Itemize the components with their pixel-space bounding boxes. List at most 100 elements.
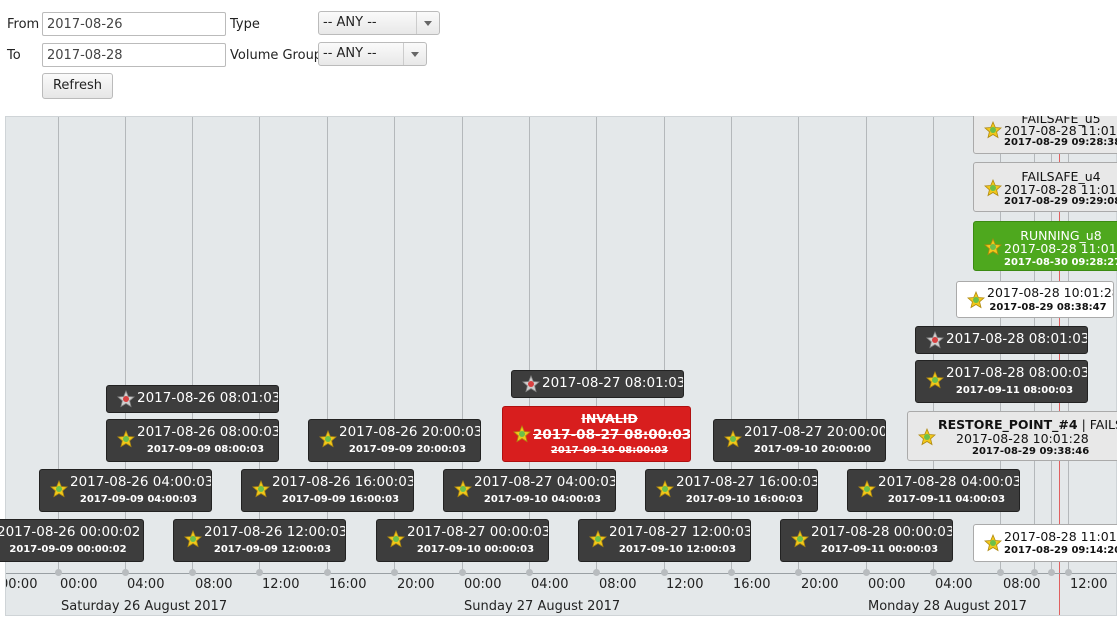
- snapshot-event[interactable]: 2017-08-26 00:00:02 2017-09-09 00:00:02: [0, 519, 144, 562]
- axis-tick: [593, 569, 600, 576]
- event-expiry: 2017-09-10 12:00:03: [618, 544, 737, 555]
- day-label: Saturday 26 August 2017: [61, 599, 228, 614]
- snapshot-event[interactable]: 2017-08-28 00:00:03 2017-09-11 00:00:03: [780, 519, 953, 562]
- hour-label: 00:00: [6, 577, 38, 592]
- star-icon: [984, 533, 1002, 552]
- hour-label: 20:00: [397, 577, 435, 592]
- day-label: Sunday 27 August 2017: [464, 599, 621, 614]
- event-time: 2017-08-26 04:00:03: [70, 474, 212, 490]
- axis-tick: [1065, 569, 1072, 576]
- to-label: To: [7, 48, 21, 63]
- event-expiry: 2017-09-09 16:00:03: [281, 494, 400, 505]
- hour-label: 12:00: [262, 577, 300, 592]
- star-icon: [319, 429, 337, 448]
- snapshot-event[interactable]: 2017-08-28 04:00:03 2017-09-11 04:00:03: [847, 469, 1020, 512]
- axis-tick: [324, 569, 331, 576]
- type-select-value: -- ANY --: [323, 15, 377, 30]
- event-expiry: 2017-09-09 04:00:03: [79, 494, 198, 505]
- snapshot-event[interactable]: 2017-08-26 04:00:03 2017-09-09 04:00:03: [39, 469, 212, 512]
- event-time: 2017-08-26 08:01:03: [137, 390, 279, 406]
- event-status: INVALID: [581, 411, 638, 426]
- snapshot-event[interactable]: 2017-08-27 08:01:03: [511, 370, 684, 398]
- event-time: 2017-08-28 10:01:28: [956, 431, 1089, 446]
- snapshot-event[interactable]: 2017-08-26 08:01:03: [106, 385, 279, 413]
- from-label: From: [7, 17, 40, 32]
- page-top-mask: [960, 96, 1117, 116]
- hour-label: 12:00: [1070, 577, 1108, 592]
- axis-tick: [930, 569, 937, 576]
- star-icon: [184, 529, 202, 548]
- snapshot-event[interactable]: 2017-08-27 04:00:03 2017-09-10 04:00:03: [443, 469, 616, 512]
- event-expiry: 2017-08-29 09:38:46: [972, 446, 1090, 457]
- axis-tick: [728, 569, 735, 576]
- from-date-input[interactable]: [42, 12, 226, 36]
- star-icon: [967, 290, 985, 309]
- snapshot-event[interactable]: 2017-08-27 20:00:00 2017-09-10 20:00:00: [713, 419, 886, 462]
- type-select[interactable]: -- ANY --: [318, 11, 440, 35]
- event-time: 2017-08-27 08:01:03: [542, 375, 684, 391]
- snapshot-event[interactable]: 2017-08-27 16:00:03 2017-09-10 16:00:03: [645, 469, 818, 512]
- invalid-snapshot-event[interactable]: INVALID 2017-08-27 08:00:03 2017-09-10 0…: [502, 406, 691, 462]
- event-expiry: 2017-09-11 08:00:03: [955, 385, 1074, 396]
- star-icon: [918, 427, 936, 446]
- star-icon: [522, 374, 540, 393]
- axis-tick: [526, 569, 533, 576]
- event-expiry: 2017-09-10 16:00:03: [685, 494, 804, 505]
- star-icon: [984, 237, 1002, 256]
- axis-tick: [256, 569, 263, 576]
- snapshot-event[interactable]: 2017-08-28 08:01:03: [915, 326, 1088, 354]
- star-icon: [984, 178, 1002, 197]
- restore-point-event[interactable]: RESTORE_POINT_#4 | FAILS 2017-08-28 10:0…: [907, 411, 1117, 461]
- chevron-down-icon[interactable]: [403, 43, 426, 65]
- volume-group-select[interactable]: -- ANY --: [318, 42, 427, 66]
- event-time: 2017-08-26 00:00:02: [0, 524, 141, 540]
- star-icon: [513, 424, 531, 443]
- axis-tick: [459, 569, 466, 576]
- snapshot-event[interactable]: 2017-08-28 11:01:2 2017-08-29 09:14:20: [973, 524, 1117, 562]
- hour-label: 16:00: [329, 577, 367, 592]
- hour-label: 04:00: [127, 577, 165, 592]
- volume-group-label: Volume Group: [230, 48, 323, 63]
- event-expiry: 2017-09-09 00:00:02: [9, 544, 127, 555]
- time-axis: [6, 573, 1116, 574]
- axis-tick: [189, 569, 196, 576]
- event-time: 2017-08-28 08:01:03: [946, 331, 1088, 347]
- event-expiry: 2017-08-29 09:28:38: [1004, 137, 1117, 148]
- snapshot-event[interactable]: 2017-08-26 20:00:03 2017-09-09 20:00:03: [308, 419, 481, 462]
- snapshot-event[interactable]: 2017-08-27 12:00:03 2017-09-10 12:00:03: [578, 519, 751, 562]
- snapshot-event[interactable]: 2017-08-26 16:00:03 2017-09-09 16:00:03: [241, 469, 414, 512]
- failsafe-snapshot-event[interactable]: FAILSAFE_u4 2017-08-28 11:01:2 2017-08-2…: [973, 162, 1117, 212]
- star-icon: [656, 479, 674, 498]
- day-label: Monday 28 August 2017: [868, 599, 1027, 614]
- event-time: 2017-08-28 11:01:2: [1004, 182, 1117, 197]
- volume-group-select-value: -- ANY --: [323, 46, 377, 61]
- snapshot-event[interactable]: 2017-08-28 08:00:03 2017-09-11 08:00:03: [915, 360, 1088, 403]
- event-expiry: 2017-09-09 12:00:03: [213, 544, 332, 555]
- event-title: RESTORE_POINT_#4 | FAILS: [938, 417, 1117, 432]
- event-expiry: 2017-08-29 08:38:47: [989, 302, 1107, 313]
- event-expiry: 2017-09-10 08:00:03: [550, 445, 669, 456]
- refresh-button[interactable]: Refresh: [42, 73, 113, 99]
- event-expiry: 2017-09-09 08:00:03: [146, 444, 265, 455]
- star-icon: [791, 529, 809, 548]
- event-expiry: 2017-08-29 09:29:08: [1004, 196, 1117, 207]
- snapshot-event[interactable]: 2017-08-27 00:00:03 2017-09-10 00:00:03: [376, 519, 549, 562]
- snapshot-event[interactable]: 2017-08-26 08:00:03 2017-09-09 08:00:03: [106, 419, 279, 462]
- star-icon: [387, 529, 405, 548]
- hour-label: 16:00: [733, 577, 771, 592]
- chevron-down-icon[interactable]: [416, 12, 439, 34]
- event-time: 2017-08-28 11:01:2: [1004, 529, 1117, 544]
- event-expiry: 2017-09-11 00:00:03: [820, 544, 939, 555]
- running-snapshot-event[interactable]: RUNNING_u8 2017-08-28 11:01:2 2017-08-30…: [973, 221, 1117, 271]
- snapshot-event[interactable]: 2017-08-26 12:00:03 2017-09-09 12:00:03: [173, 519, 346, 562]
- axis-tick: [55, 569, 62, 576]
- star-icon: [926, 370, 944, 389]
- event-time: 2017-08-27 00:00:03: [407, 524, 549, 540]
- axis-tick: [661, 569, 668, 576]
- axis-tick: [122, 569, 129, 576]
- snapshot-event[interactable]: 2017-08-28 10:01:28 2017-08-29 08:38:47: [956, 281, 1114, 318]
- axis-tick: [391, 569, 398, 576]
- to-date-input[interactable]: [42, 43, 226, 67]
- star-icon: [724, 429, 742, 448]
- hour-label: 04:00: [935, 577, 973, 592]
